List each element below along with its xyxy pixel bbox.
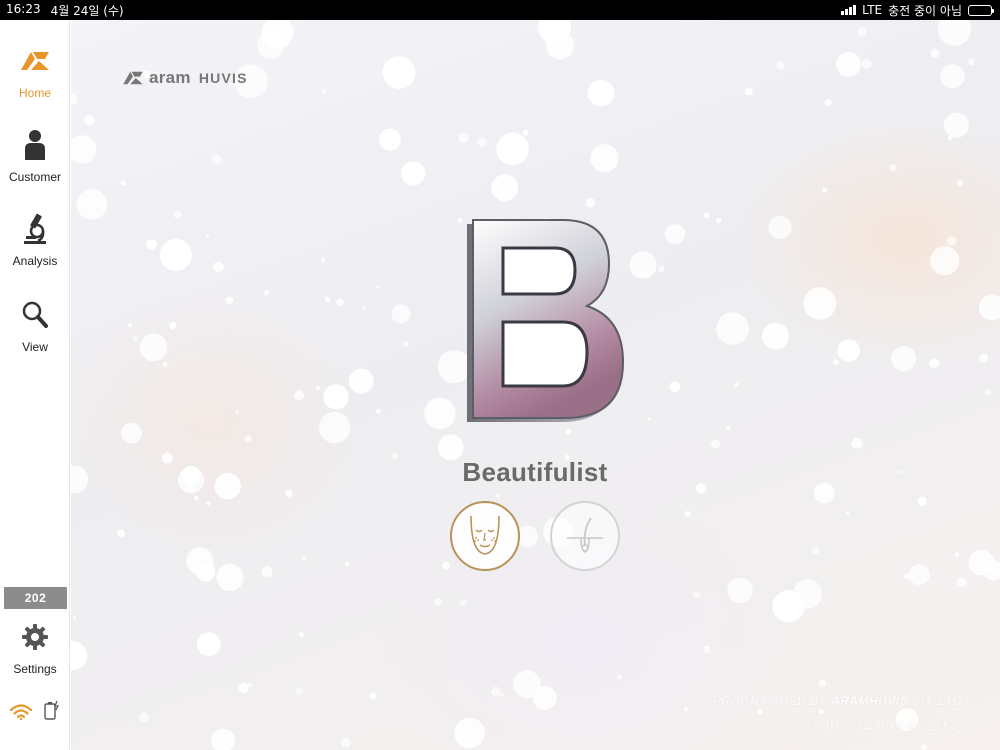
status-bar: 16:23 4월 24일 (수) LTE 충전 중이 아님 (0, 0, 1000, 20)
brand-aram: aram (149, 68, 191, 87)
hair-follicle-icon (559, 508, 611, 565)
gear-icon (18, 620, 52, 654)
brand-huvis: HUVIS (198, 70, 248, 86)
person-icon (18, 128, 52, 162)
credits-prefix: PROGRAMMED BY (712, 694, 828, 708)
status-time: 16:23 (6, 1, 41, 16)
brand-logo: aram HUVIS (121, 68, 248, 88)
aram-logo-icon (123, 71, 143, 85)
home-logo-icon (18, 44, 52, 78)
credits-company: ARAMHUVIS (831, 694, 909, 708)
app-title: Beautifulist (462, 457, 608, 487)
beautifulist-b-logo (467, 219, 625, 422)
device-count-badge: 202 (4, 587, 67, 609)
home-main-panel: aram HUVIS Beautifulist PROGRAMMED BY AR… (71, 20, 1000, 750)
device-charging-icon (44, 700, 60, 725)
charging-status: 충전 중이 아님 (888, 3, 962, 18)
sidebar-item-label: View (22, 340, 48, 354)
microscope-icon (18, 212, 52, 246)
network-type: LTE (862, 3, 883, 17)
credits-suffix: CO.,LTD (912, 694, 962, 708)
signal-bars-icon (841, 5, 857, 15)
face-icon (459, 508, 511, 565)
sidebar-item-analysis[interactable]: Analysis (0, 212, 70, 292)
face-analysis-button[interactable] (450, 501, 520, 571)
credits-line: PROGRAMMED BY ARAMHUVIS CO.,LTD (713, 694, 962, 708)
sidebar-item-home[interactable]: Home (0, 44, 70, 124)
battery-icon (968, 4, 994, 16)
status-date: 4월 24일 (수) (50, 3, 124, 18)
hair-analysis-button[interactable] (550, 501, 620, 571)
sidebar-item-label: Settings (13, 662, 57, 676)
wifi-icon (9, 704, 33, 725)
sidebar-item-label: Analysis (12, 254, 58, 268)
sidebar-item-label: Customer (8, 170, 61, 184)
magnifier-icon (18, 298, 52, 332)
sidebar-item-settings[interactable]: Settings (0, 620, 70, 700)
sidebar: Home Customer Analysis View 202 Settings (0, 20, 70, 750)
version-text: V 6 (Mar 14 2019 03:25:54) (802, 720, 962, 734)
sidebar-item-label: Home (18, 86, 51, 100)
sidebar-item-customer[interactable]: Customer (0, 128, 70, 208)
sidebar-item-view[interactable]: View (0, 298, 70, 378)
